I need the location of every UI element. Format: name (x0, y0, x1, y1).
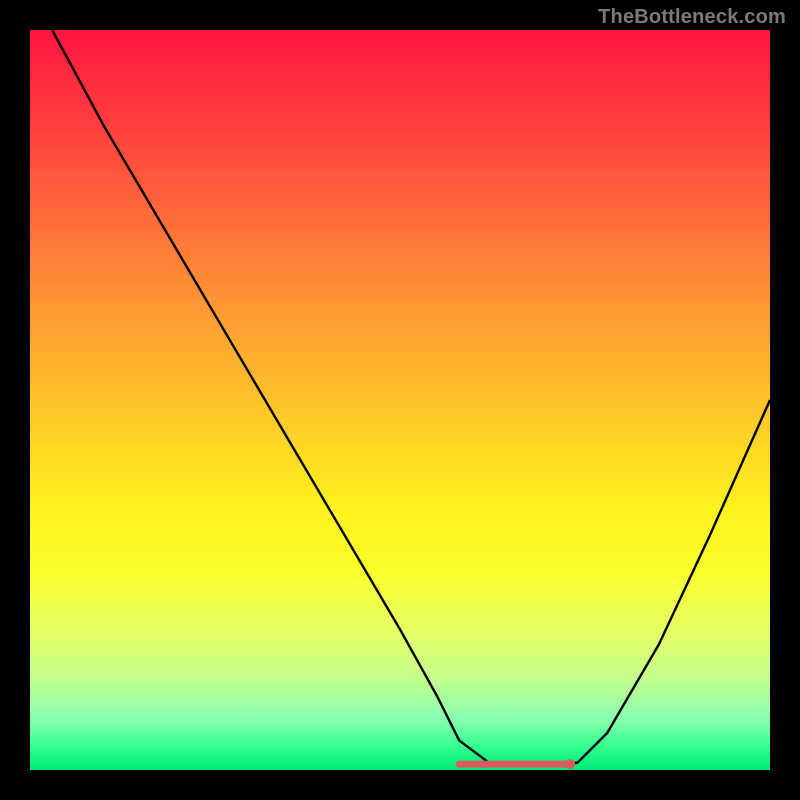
gradient-plot-area (30, 30, 770, 770)
watermark-text: TheBottleneck.com (598, 6, 786, 29)
chart-stage: TheBottleneck.com (0, 0, 800, 800)
